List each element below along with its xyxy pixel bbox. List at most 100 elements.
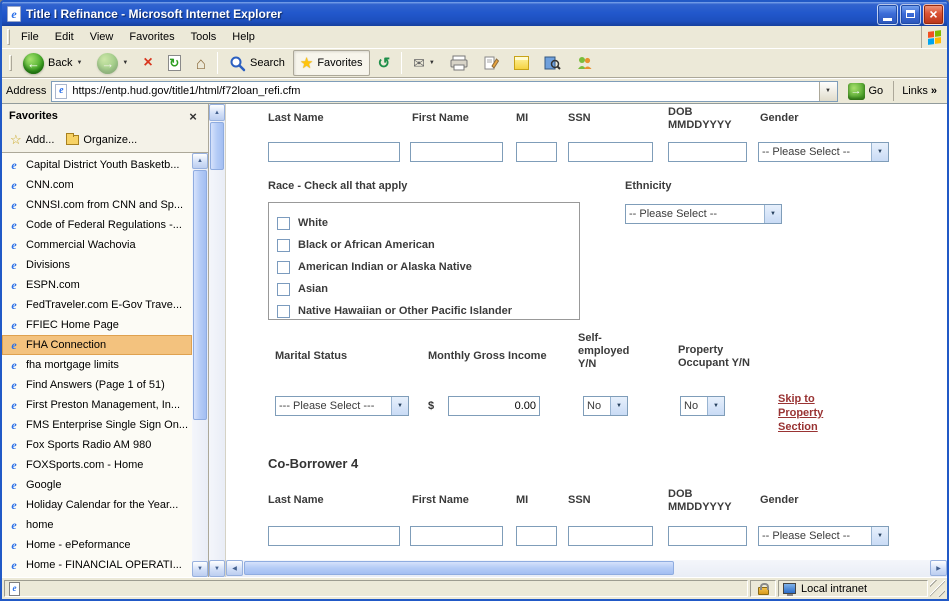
links-toolbar[interactable]: Links: [893, 81, 943, 101]
checkbox[interactable]: [277, 261, 290, 274]
research-button[interactable]: [537, 50, 568, 76]
titlebar[interactable]: Title I Refinance - Microsoft Internet E…: [2, 2, 947, 26]
mi-input[interactable]: [516, 142, 557, 162]
favorites-button[interactable]: Favorites: [293, 50, 370, 76]
scrollbar-thumb[interactable]: [210, 122, 224, 170]
favorites-item[interactable]: CNNSI.com from CNN and Sp...: [2, 195, 192, 215]
menu-item-help[interactable]: Help: [224, 27, 263, 47]
favorites-item[interactable]: First Preston Management, In...: [2, 395, 192, 415]
self-employed-select[interactable]: No: [583, 396, 628, 416]
first-name-input[interactable]: [410, 142, 503, 162]
favorites-item[interactable]: Home - FINANCIAL OPERATI...: [2, 555, 192, 575]
first-name-input-2[interactable]: [410, 526, 503, 546]
favorites-item[interactable]: Google: [2, 475, 192, 495]
gender-select-2[interactable]: -- Please Select --: [758, 526, 889, 546]
menu-item-edit[interactable]: Edit: [47, 27, 82, 47]
favorites-item[interactable]: Find Answers (Page 1 of 51): [2, 375, 192, 395]
favorites-scrollbar[interactable]: [192, 153, 208, 577]
chevron-down-icon[interactable]: [391, 397, 408, 415]
chevron-down-icon[interactable]: [871, 527, 888, 545]
favorites-item[interactable]: Code of Federal Regulations -...: [2, 215, 192, 235]
favorites-item[interactable]: fha mortgage limits: [2, 355, 192, 375]
menu-item-favorites[interactable]: Favorites: [121, 27, 182, 47]
favorites-item[interactable]: Home - ePeformance: [2, 535, 192, 555]
favorites-item-selected[interactable]: FHA Connection: [2, 335, 192, 355]
address-dropdown-button[interactable]: [819, 82, 837, 101]
favorites-item[interactable]: home: [2, 515, 192, 535]
marital-status-select[interactable]: --- Please Select ---: [275, 396, 409, 416]
add-favorite-button[interactable]: Add...: [10, 132, 54, 148]
resize-grip[interactable]: [930, 580, 945, 597]
menu-item-view[interactable]: View: [82, 27, 122, 47]
go-button[interactable]: Go: [843, 82, 889, 101]
scroll-right-button[interactable]: [930, 560, 947, 576]
print-button[interactable]: [443, 50, 475, 76]
favorites-item[interactable]: FFIEC Home Page: [2, 315, 192, 335]
favorites-item[interactable]: FMS Enterprise Single Sign On...: [2, 415, 192, 435]
stop-button[interactable]: [136, 50, 159, 76]
menu-item-file[interactable]: File: [13, 27, 47, 47]
chevron-down-icon[interactable]: [610, 397, 627, 415]
ssn-input-2[interactable]: [568, 526, 653, 546]
race-option-american-indian[interactable]: American Indian or Alaska Native: [277, 256, 579, 278]
discuss-button[interactable]: [507, 50, 536, 76]
minimize-button[interactable]: [877, 4, 898, 25]
chevron-down-icon[interactable]: [764, 205, 781, 223]
dob-input-2[interactable]: [668, 526, 747, 546]
scroll-down-button[interactable]: [209, 560, 225, 577]
favorites-item[interactable]: Holiday Calendar for the Year...: [2, 495, 192, 515]
last-name-input-2[interactable]: [268, 526, 400, 546]
horizontal-scrollbar[interactable]: [226, 560, 947, 577]
home-button[interactable]: [189, 50, 213, 76]
skip-to-property-link[interactable]: Skip to Property Section: [778, 392, 823, 434]
scroll-up-button[interactable]: [209, 104, 225, 121]
chevron-down-icon[interactable]: [707, 397, 724, 415]
gender-select[interactable]: -- Please Select --: [758, 142, 889, 162]
address-input[interactable]: https://entp.hud.gov/title1/html/f72loan…: [51, 81, 837, 102]
close-button[interactable]: [923, 4, 944, 25]
mail-button[interactable]: [406, 50, 442, 76]
scroll-up-button[interactable]: [192, 153, 208, 169]
income-input[interactable]: [448, 396, 540, 416]
favorites-item[interactable]: FOXSports.com - Home: [2, 455, 192, 475]
checkbox[interactable]: [277, 305, 290, 318]
chevron-down-icon[interactable]: [871, 143, 888, 161]
toolbar-grip[interactable]: [9, 55, 12, 71]
menu-item-tools[interactable]: Tools: [183, 27, 225, 47]
favorites-item[interactable]: ESPN.com: [2, 275, 192, 295]
favorites-item[interactable]: CNN.com: [2, 175, 192, 195]
toolbar-grip[interactable]: [7, 29, 10, 45]
race-option-hawaiian[interactable]: Native Hawaiian or Other Pacific Islande…: [277, 300, 579, 322]
messenger-button[interactable]: [569, 50, 599, 76]
scroll-down-button[interactable]: [192, 561, 208, 577]
checkbox[interactable]: [277, 217, 290, 230]
favorites-close-button[interactable]: [185, 108, 201, 124]
search-button[interactable]: Search: [222, 50, 292, 76]
race-option-white[interactable]: White: [277, 212, 579, 234]
last-name-input[interactable]: [268, 142, 400, 162]
scrollbar-thumb[interactable]: [244, 561, 674, 575]
ethnicity-select[interactable]: -- Please Select --: [625, 204, 782, 224]
organize-favorites-button[interactable]: Organize...: [66, 134, 137, 146]
checkbox[interactable]: [277, 283, 290, 296]
history-button[interactable]: [371, 50, 398, 76]
favorites-item[interactable]: Capital District Youth Basketb...: [2, 155, 192, 175]
frame-vertical-scrollbar[interactable]: [209, 104, 226, 577]
address-url[interactable]: https://entp.hud.gov/title1/html/f72loan…: [72, 85, 818, 97]
ssn-input[interactable]: [568, 142, 653, 162]
back-button[interactable]: Back: [16, 50, 89, 76]
forward-button[interactable]: [90, 50, 135, 76]
scroll-left-button[interactable]: [226, 560, 243, 576]
property-occupant-select[interactable]: No: [680, 396, 725, 416]
checkbox[interactable]: [277, 239, 290, 252]
favorites-item[interactable]: Fox Sports Radio AM 980: [2, 435, 192, 455]
refresh-button[interactable]: [161, 50, 188, 76]
favorites-item[interactable]: FedTraveler.com E-Gov Trave...: [2, 295, 192, 315]
edit-button[interactable]: [476, 50, 506, 76]
race-option-black[interactable]: Black or African American: [277, 234, 579, 256]
race-option-asian[interactable]: Asian: [277, 278, 579, 300]
favorites-item[interactable]: Commercial Wachovia: [2, 235, 192, 255]
maximize-button[interactable]: [900, 4, 921, 25]
dob-input[interactable]: [668, 142, 747, 162]
favorites-item[interactable]: Divisions: [2, 255, 192, 275]
